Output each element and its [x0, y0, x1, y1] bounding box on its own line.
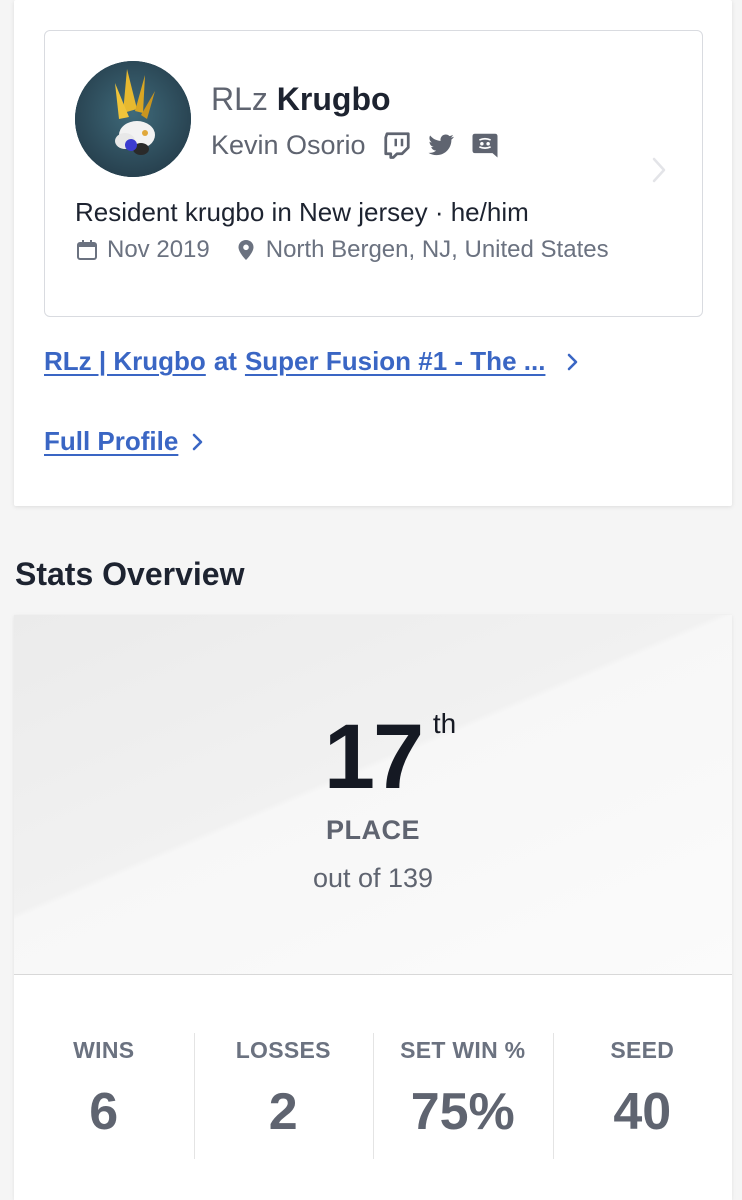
chevron-right-icon[interactable] [190, 431, 206, 453]
event-player-link[interactable]: RLz | Krugbo [44, 346, 206, 377]
avatar [75, 61, 191, 177]
profile-summary[interactable]: RLz Krugbo Kevin Osorio Resident krugbo … [44, 30, 703, 317]
full-profile-link[interactable]: Full Profile [44, 426, 178, 457]
player-card: RLz Krugbo Kevin Osorio Resident krugbo … [14, 0, 732, 506]
stat-value: 75% [410, 1083, 515, 1141]
stats-heading: Stats Overview [15, 556, 245, 592]
stat-wins: WINS 6 [14, 1033, 194, 1169]
stat-label: SET WIN % [400, 1037, 526, 1063]
real-name: Kevin Osorio [211, 129, 366, 160]
twitch-icon[interactable] [382, 130, 412, 160]
stat-label: WINS [73, 1037, 135, 1063]
bio: Resident krugbo in New jersey · he/him [75, 197, 529, 227]
placement-panel: 17th PLACE out of 139 [14, 615, 732, 975]
full-profile-row: Full Profile [44, 426, 206, 457]
gamertag: Krugbo [276, 81, 391, 117]
real-name-row: Kevin Osorio [211, 127, 500, 163]
stat-value: 40 [613, 1083, 672, 1141]
profile-meta: Nov 2019 North Bergen, NJ, United States [75, 236, 609, 264]
stat-label: SEED [610, 1037, 675, 1063]
discord-icon[interactable] [470, 130, 500, 160]
event-link-row: RLz | Krugbo at Super Fusion #1 - The ..… [44, 346, 581, 377]
stat-value: 2 [268, 1083, 298, 1141]
placement-out-of: out of 139 [312, 863, 434, 893]
placement-suffix: th [432, 708, 457, 739]
chevron-right-icon [650, 156, 668, 184]
chevron-right-icon[interactable] [565, 351, 581, 373]
stat-columns: WINS 6 LOSSES 2 SET WIN % 75% SEED 40 [14, 1033, 732, 1169]
stats-card: 17th PLACE out of 139 WINS 6 LOSSES 2 SE… [14, 615, 732, 1200]
placement-number: 17th [323, 706, 457, 808]
stat-label: LOSSES [235, 1037, 331, 1063]
stat-seed: SEED 40 [552, 1033, 733, 1169]
player-name: RLz Krugbo [211, 79, 391, 119]
event-link-connector: at [213, 346, 237, 376]
location-pin-icon [234, 238, 258, 262]
location: North Bergen, NJ, United States [265, 236, 609, 263]
event-name-link[interactable]: Super Fusion #1 - The ... [245, 346, 546, 377]
sponsor-prefix: RLz [211, 81, 268, 117]
stat-set-win-percent: SET WIN % 75% [373, 1033, 553, 1169]
placement: 17th [14, 705, 732, 810]
twitter-icon[interactable] [426, 130, 456, 160]
placement-label: PLACE [325, 815, 420, 845]
stat-losses: LOSSES 2 [193, 1033, 374, 1169]
stat-value: 6 [89, 1083, 119, 1141]
joined-date: Nov 2019 [107, 236, 210, 263]
calendar-icon [75, 238, 99, 262]
